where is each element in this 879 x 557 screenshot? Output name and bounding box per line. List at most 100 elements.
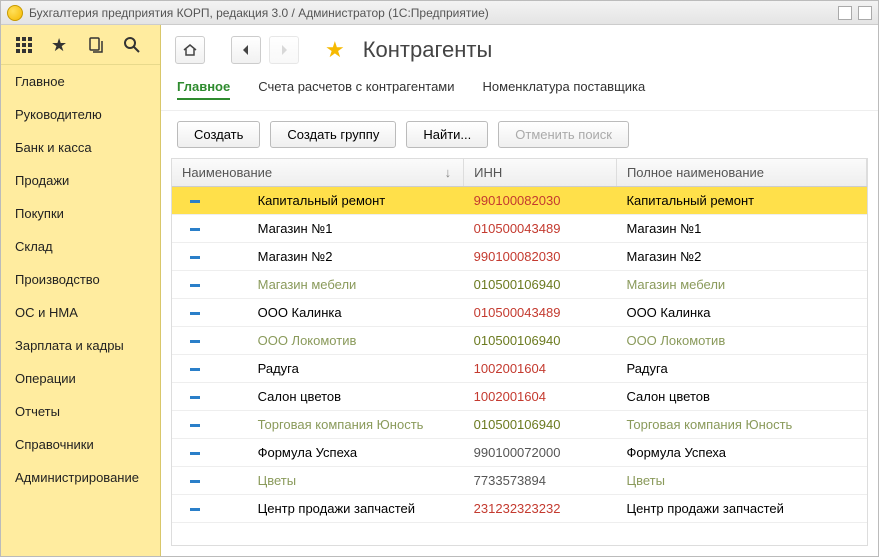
cell-full: Капитальный ремонт [616,187,866,215]
sidebar-item-10[interactable]: Отчеты [1,395,160,428]
col-name[interactable]: Наименование↓ [172,159,464,187]
table-container[interactable]: Наименование↓ ИНН Полное наименование Ка… [171,158,868,546]
cell-name: Капитальный ремонт [218,187,464,215]
sidebar-top-icons: ★ [1,25,160,65]
sidebar-item-0[interactable]: Главное [1,65,160,98]
item-icon [190,340,200,343]
toolbar: ★ Контрагенты [161,25,878,75]
item-icon [190,424,200,427]
table-row[interactable]: Торговая компания Юность010500106940Торг… [172,411,867,439]
sidebar-item-2[interactable]: Банк и касса [1,131,160,164]
tab-1[interactable]: Счета расчетов с контрагентами [258,75,454,100]
create-group-button[interactable]: Создать группу [270,121,396,148]
star-icon[interactable]: ★ [51,36,69,54]
cell-full: ООО Локомотив [616,327,866,355]
item-icon [190,228,200,231]
tab-0[interactable]: Главное [177,75,230,100]
item-icon [190,368,200,371]
cell-inn: 231232323232 [464,495,617,523]
cell-inn: 990100082030 [464,243,617,271]
sidebar-item-3[interactable]: Продажи [1,164,160,197]
cell-name: Центр продажи запчастей [218,495,464,523]
find-button[interactable]: Найти... [406,121,488,148]
cell-inn: 1002001604 [464,383,617,411]
cell-name: Радуга [218,355,464,383]
cell-inn: 7733573894 [464,467,617,495]
item-icon [190,200,200,203]
sidebar-item-5[interactable]: Склад [1,230,160,263]
cell-name: ООО Локомотив [218,327,464,355]
cell-full: Формула Успеха [616,439,866,467]
item-icon [190,396,200,399]
app-logo-icon [7,5,23,21]
cell-name: Формула Успеха [218,439,464,467]
cell-full: Цветы [616,467,866,495]
page-title: Контрагенты [363,37,493,63]
cell-inn: 010500043489 [464,215,617,243]
item-icon [190,452,200,455]
sidebar-item-6[interactable]: Производство [1,263,160,296]
create-button[interactable]: Создать [177,121,260,148]
window-controls-icon[interactable] [858,6,872,20]
cell-full: Салон цветов [616,383,866,411]
col-full[interactable]: Полное наименование [616,159,866,187]
table-row[interactable]: Салон цветов1002001604Салон цветов [172,383,867,411]
cell-full: Центр продажи запчастей [616,495,866,523]
button-row: Создать Создать группу Найти... Отменить… [161,111,878,158]
table-row[interactable]: Формула Успеха990100072000Формула Успеха [172,439,867,467]
sidebar-item-9[interactable]: Операции [1,362,160,395]
back-button[interactable] [231,36,261,64]
cell-inn: 990100072000 [464,439,617,467]
apps-icon[interactable] [15,36,33,54]
cell-name: Магазин №2 [218,243,464,271]
sidebar-item-1[interactable]: Руководителю [1,98,160,131]
col-inn[interactable]: ИНН [464,159,617,187]
favorite-star-icon[interactable]: ★ [325,37,345,63]
table-row[interactable]: Радуга1002001604Радуга [172,355,867,383]
item-icon [190,508,200,511]
table-row[interactable]: Магазин №1010500043489Магазин №1 [172,215,867,243]
history-icon[interactable] [87,36,105,54]
cell-full: Магазин мебели [616,271,866,299]
cell-inn: 1002001604 [464,355,617,383]
tabs: Главное Счета расчетов с контрагентами Ном… [161,75,878,111]
table-row[interactable]: Магазин №2990100082030Магазин №2 [172,243,867,271]
sidebar-item-11[interactable]: Справочники [1,428,160,461]
tab-2[interactable]: Номенклатура поставщика [483,75,646,100]
cell-name: Магазин мебели [218,271,464,299]
titlebar: Бухгалтерия предприятия КОРП, редакция 3… [1,1,878,25]
item-icon [190,312,200,315]
sidebar-item-12[interactable]: Администрирование [1,461,160,494]
cell-full: Торговая компания Юность [616,411,866,439]
cell-inn: 010500106940 [464,327,617,355]
table-row[interactable]: Цветы7733573894Цветы [172,467,867,495]
cell-name: ООО Калинка [218,299,464,327]
sidebar-item-4[interactable]: Покупки [1,197,160,230]
cell-full: Радуга [616,355,866,383]
sidebar-item-7[interactable]: ОС и НМА [1,296,160,329]
sidebar-item-8[interactable]: Зарплата и кадры [1,329,160,362]
cell-full: Магазин №2 [616,243,866,271]
table-row[interactable]: Магазин мебели010500106940Магазин мебели [172,271,867,299]
table-row[interactable]: Центр продажи запчастей231232323232Центр… [172,495,867,523]
sort-asc-icon: ↓ [445,165,452,180]
window-controls-icon[interactable] [838,6,852,20]
cell-inn: 990100082030 [464,187,617,215]
cell-inn: 010500106940 [464,271,617,299]
cell-name: Магазин №1 [218,215,464,243]
cell-name: Цветы [218,467,464,495]
table-row[interactable]: Капитальный ремонт990100082030Капитальны… [172,187,867,215]
counterparties-table: Наименование↓ ИНН Полное наименование Ка… [172,159,867,523]
table-row[interactable]: ООО Калинка010500043489ООО Калинка [172,299,867,327]
item-icon [190,256,200,259]
home-button[interactable] [175,36,205,64]
window-title: Бухгалтерия предприятия КОРП, редакция 3… [29,6,489,20]
cell-name: Салон цветов [218,383,464,411]
cell-inn: 010500106940 [464,411,617,439]
table-row[interactable]: ООО Локомотив010500106940ООО Локомотив [172,327,867,355]
cell-name: Торговая компания Юность [218,411,464,439]
cancel-search-button: Отменить поиск [498,121,629,148]
search-icon[interactable] [123,36,141,54]
item-icon [190,480,200,483]
item-icon [190,284,200,287]
